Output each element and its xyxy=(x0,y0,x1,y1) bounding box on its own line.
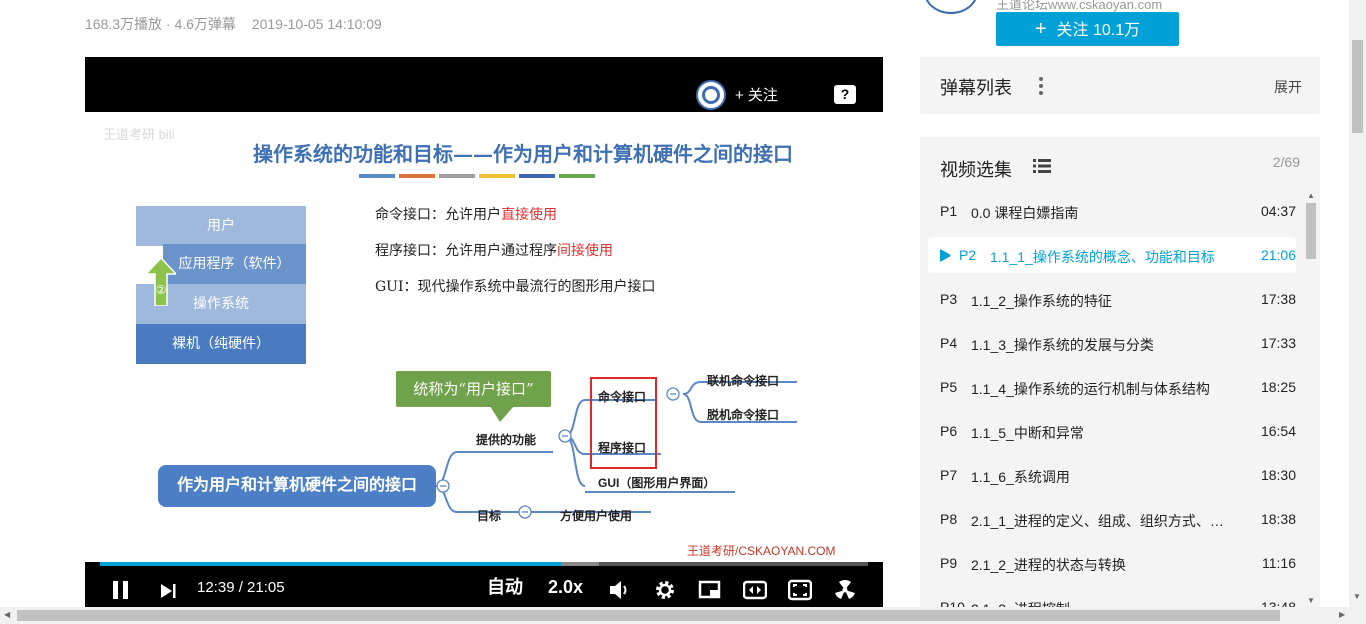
volume-icon[interactable] xyxy=(608,579,632,601)
radiation-icon[interactable] xyxy=(833,579,857,601)
playlist-item-duration: 16:54 xyxy=(1260,423,1296,439)
follow-plus-icon: + xyxy=(1034,18,1047,40)
video-date: 2019-10-05 14:10:09 xyxy=(251,16,382,32)
more-options-icon[interactable] xyxy=(1039,77,1043,95)
playlist-item-number: P3 xyxy=(940,291,958,307)
playlist-item[interactable]: P3 1.1_2_操作系统的特征 17:38 xyxy=(928,281,1296,317)
quality-button[interactable]: 自动 xyxy=(487,568,523,607)
playlist-item-duration: 18:25 xyxy=(1260,379,1296,395)
scroll-up-arrow[interactable]: ▲ xyxy=(1307,191,1315,200)
playlist-item-name: 2.1_1_进程的定义、组成、组织方式、特征 xyxy=(971,513,1236,529)
overlay-follow-button[interactable]: + 关注 xyxy=(735,84,778,105)
playlist-item[interactable]: P6 1.1_5_中断和异常 16:54 xyxy=(928,413,1296,449)
playlist-panel: 视频选集 2/69 P1 0.0 课程白嫖指南 04:37 P2 1.1_1_操作系统的… xyxy=(920,137,1320,607)
mindmap-root: 作为用户和计算机硬件之间的接口 xyxy=(158,465,436,507)
mindmap-goal: 目标 xyxy=(477,509,502,523)
follow-button-label: 关注 10.1万 xyxy=(1056,22,1141,39)
settings-gear-icon[interactable] xyxy=(653,579,677,601)
playlist-item[interactable]: P8 2.1_1_进程的定义、组成、组织方式、特征 18:38 xyxy=(928,501,1296,537)
list-icon[interactable] xyxy=(1033,159,1051,173)
highlight-box xyxy=(590,377,657,469)
mindmap-goal-value: 方便用户使用 xyxy=(560,509,633,523)
playlist-item-number: P9 xyxy=(940,555,958,571)
playlist-item[interactable]: P9 2.1_2_进程的状态与转换 11:16 xyxy=(928,545,1296,581)
playlist-item-number: P4 xyxy=(940,335,958,351)
progress-bar[interactable] xyxy=(100,562,868,566)
playlist-item-number: P10 xyxy=(940,599,965,607)
playlist-item-duration: 11:16 xyxy=(1262,555,1296,571)
playlist-title: 视频选集 xyxy=(940,160,1012,180)
playlist-item-duration: 18:30 xyxy=(1260,467,1296,483)
danmaku-expand-button[interactable]: 展开 xyxy=(1274,77,1302,97)
now-playing-icon xyxy=(940,249,951,262)
playlist-item-name: 2.1_3_进程控制 xyxy=(971,599,1236,607)
playlist-item-number: P7 xyxy=(940,467,958,483)
page-scroll-right-arrow[interactable]: ▶ xyxy=(1339,610,1345,619)
playlist-scroll-thumb[interactable] xyxy=(1306,203,1316,259)
playlist-item-name: 1.1_5_中断和异常 xyxy=(971,425,1084,441)
playlist-scrollbar[interactable]: ▲ ▼ xyxy=(1304,191,1320,607)
playlist-item-name: 1.1_2_操作系统的特征 xyxy=(971,293,1112,309)
next-episode-icon[interactable] xyxy=(160,583,176,599)
playlist-item-duration: 18:38 xyxy=(1260,511,1296,527)
playlist-item-duration: 17:33 xyxy=(1260,335,1296,351)
playlist-item-name: 1.1_3_操作系统的发展与分类 xyxy=(971,337,1154,353)
playlist-item-name: 1.1_1_操作系统的概念、功能和目标 xyxy=(990,249,1215,265)
playlist-item[interactable]: P1 0.0 课程白嫖指南 04:37 xyxy=(928,193,1296,229)
page-vertical-scrollbar[interactable]: ▼ xyxy=(1349,0,1366,607)
page-scroll-left-arrow[interactable]: ◀ xyxy=(4,610,10,619)
video-stats: 168.3万播放 · 4.6万弹幕 xyxy=(85,16,236,32)
playlist-item[interactable]: P2 1.1_1_操作系统的概念、功能和目标 21:06 xyxy=(928,237,1296,273)
video-meta: 168.3万播放 · 4.6万弹幕 2019-10-05 14:10:09 xyxy=(85,14,382,34)
slide-footer: 王道考研/CSKAOYAN.COM xyxy=(687,544,836,558)
playlist-item-name: 1.1_6_系统调用 xyxy=(971,469,1070,485)
playlist-item-number: P8 xyxy=(940,511,958,527)
playlist-item-number: P2 xyxy=(959,247,977,263)
time-display: 12:39 / 21:05 xyxy=(197,579,285,596)
uploader-avatar[interactable] xyxy=(924,0,978,14)
played-bar xyxy=(100,562,561,566)
page-scroll-thumb[interactable] xyxy=(1352,40,1363,133)
playlist-item-number: P5 xyxy=(940,379,958,395)
mindmap-gui-interface: GUI（图形用户界面） xyxy=(598,476,716,490)
page-hscroll-thumb[interactable] xyxy=(17,610,1280,621)
playlist-item-duration: 21:06 xyxy=(1260,247,1296,263)
channel-logo-icon[interactable] xyxy=(696,80,726,110)
follow-button[interactable]: + 关注 10.1万 xyxy=(996,12,1179,46)
playlist-count: 2/69 xyxy=(1272,154,1300,170)
mindmap-online-command: 联机命令接口 xyxy=(707,374,780,388)
playlist-item[interactable]: P5 1.1_4_操作系统的运行机制与体系结构 18:25 xyxy=(928,369,1296,405)
danmaku-title: 弹幕列表 xyxy=(940,78,1012,98)
playlist-item-number: P6 xyxy=(940,423,958,439)
speed-button[interactable]: 2.0x xyxy=(548,568,583,607)
playlist-item[interactable]: P10 2.1_3_进程控制 13:48 xyxy=(928,589,1296,607)
playlist-item-name: 1.1_4_操作系统的运行机制与体系结构 xyxy=(971,381,1210,397)
playlist-item[interactable]: P4 1.1_3_操作系统的发展与分类 17:33 xyxy=(928,325,1296,361)
video-player[interactable]: + 关注 ? 王道考研 bili 操作系统的功能和目标——作为用户和计算机硬件之… xyxy=(85,57,883,607)
mindmap-offline-command: 脱机命令接口 xyxy=(707,408,780,422)
pause-button[interactable] xyxy=(113,581,129,599)
playlist-item[interactable]: P7 1.1_6_系统调用 18:30 xyxy=(928,457,1296,493)
player-controls: 12:39 / 21:05 自动 2.0x xyxy=(85,568,883,607)
playlist-item-number: P1 xyxy=(940,203,958,219)
mindmap-provided: 提供的功能 xyxy=(476,433,537,447)
playlist-item-duration: 17:38 xyxy=(1260,291,1296,307)
page: 168.3万播放 · 4.6万弹幕 2019-10-05 14:10:09 + … xyxy=(0,0,1366,624)
playlist-item-duration: 13:48 xyxy=(1260,599,1296,607)
fullscreen-icon[interactable] xyxy=(788,579,812,601)
slide-content: 王道考研 bili 操作系统的功能和目标——作为用户和计算机硬件之间的接口 用户… xyxy=(85,112,883,562)
page-scroll-down-arrow[interactable]: ▼ xyxy=(1353,592,1361,601)
scroll-down-arrow[interactable]: ▼ xyxy=(1307,596,1315,605)
danmaku-panel: 弹幕列表 展开 xyxy=(920,57,1320,114)
playlist-items: P1 0.0 课程白嫖指南 04:37 P2 1.1_1_操作系统的概念、功能和目标 21… xyxy=(928,193,1296,607)
playlist-item-name: 0.0 课程白嫖指南 xyxy=(971,205,1079,221)
playlist-item-duration: 04:37 xyxy=(1260,203,1296,219)
page-horizontal-scrollbar[interactable]: ◀ ▶ xyxy=(0,607,1366,624)
help-icon[interactable]: ? xyxy=(834,85,856,104)
widescreen-icon[interactable] xyxy=(743,579,767,601)
picture-in-picture-icon[interactable] xyxy=(698,579,722,601)
playlist-item-name: 2.1_2_进程的状态与转换 xyxy=(971,557,1126,573)
